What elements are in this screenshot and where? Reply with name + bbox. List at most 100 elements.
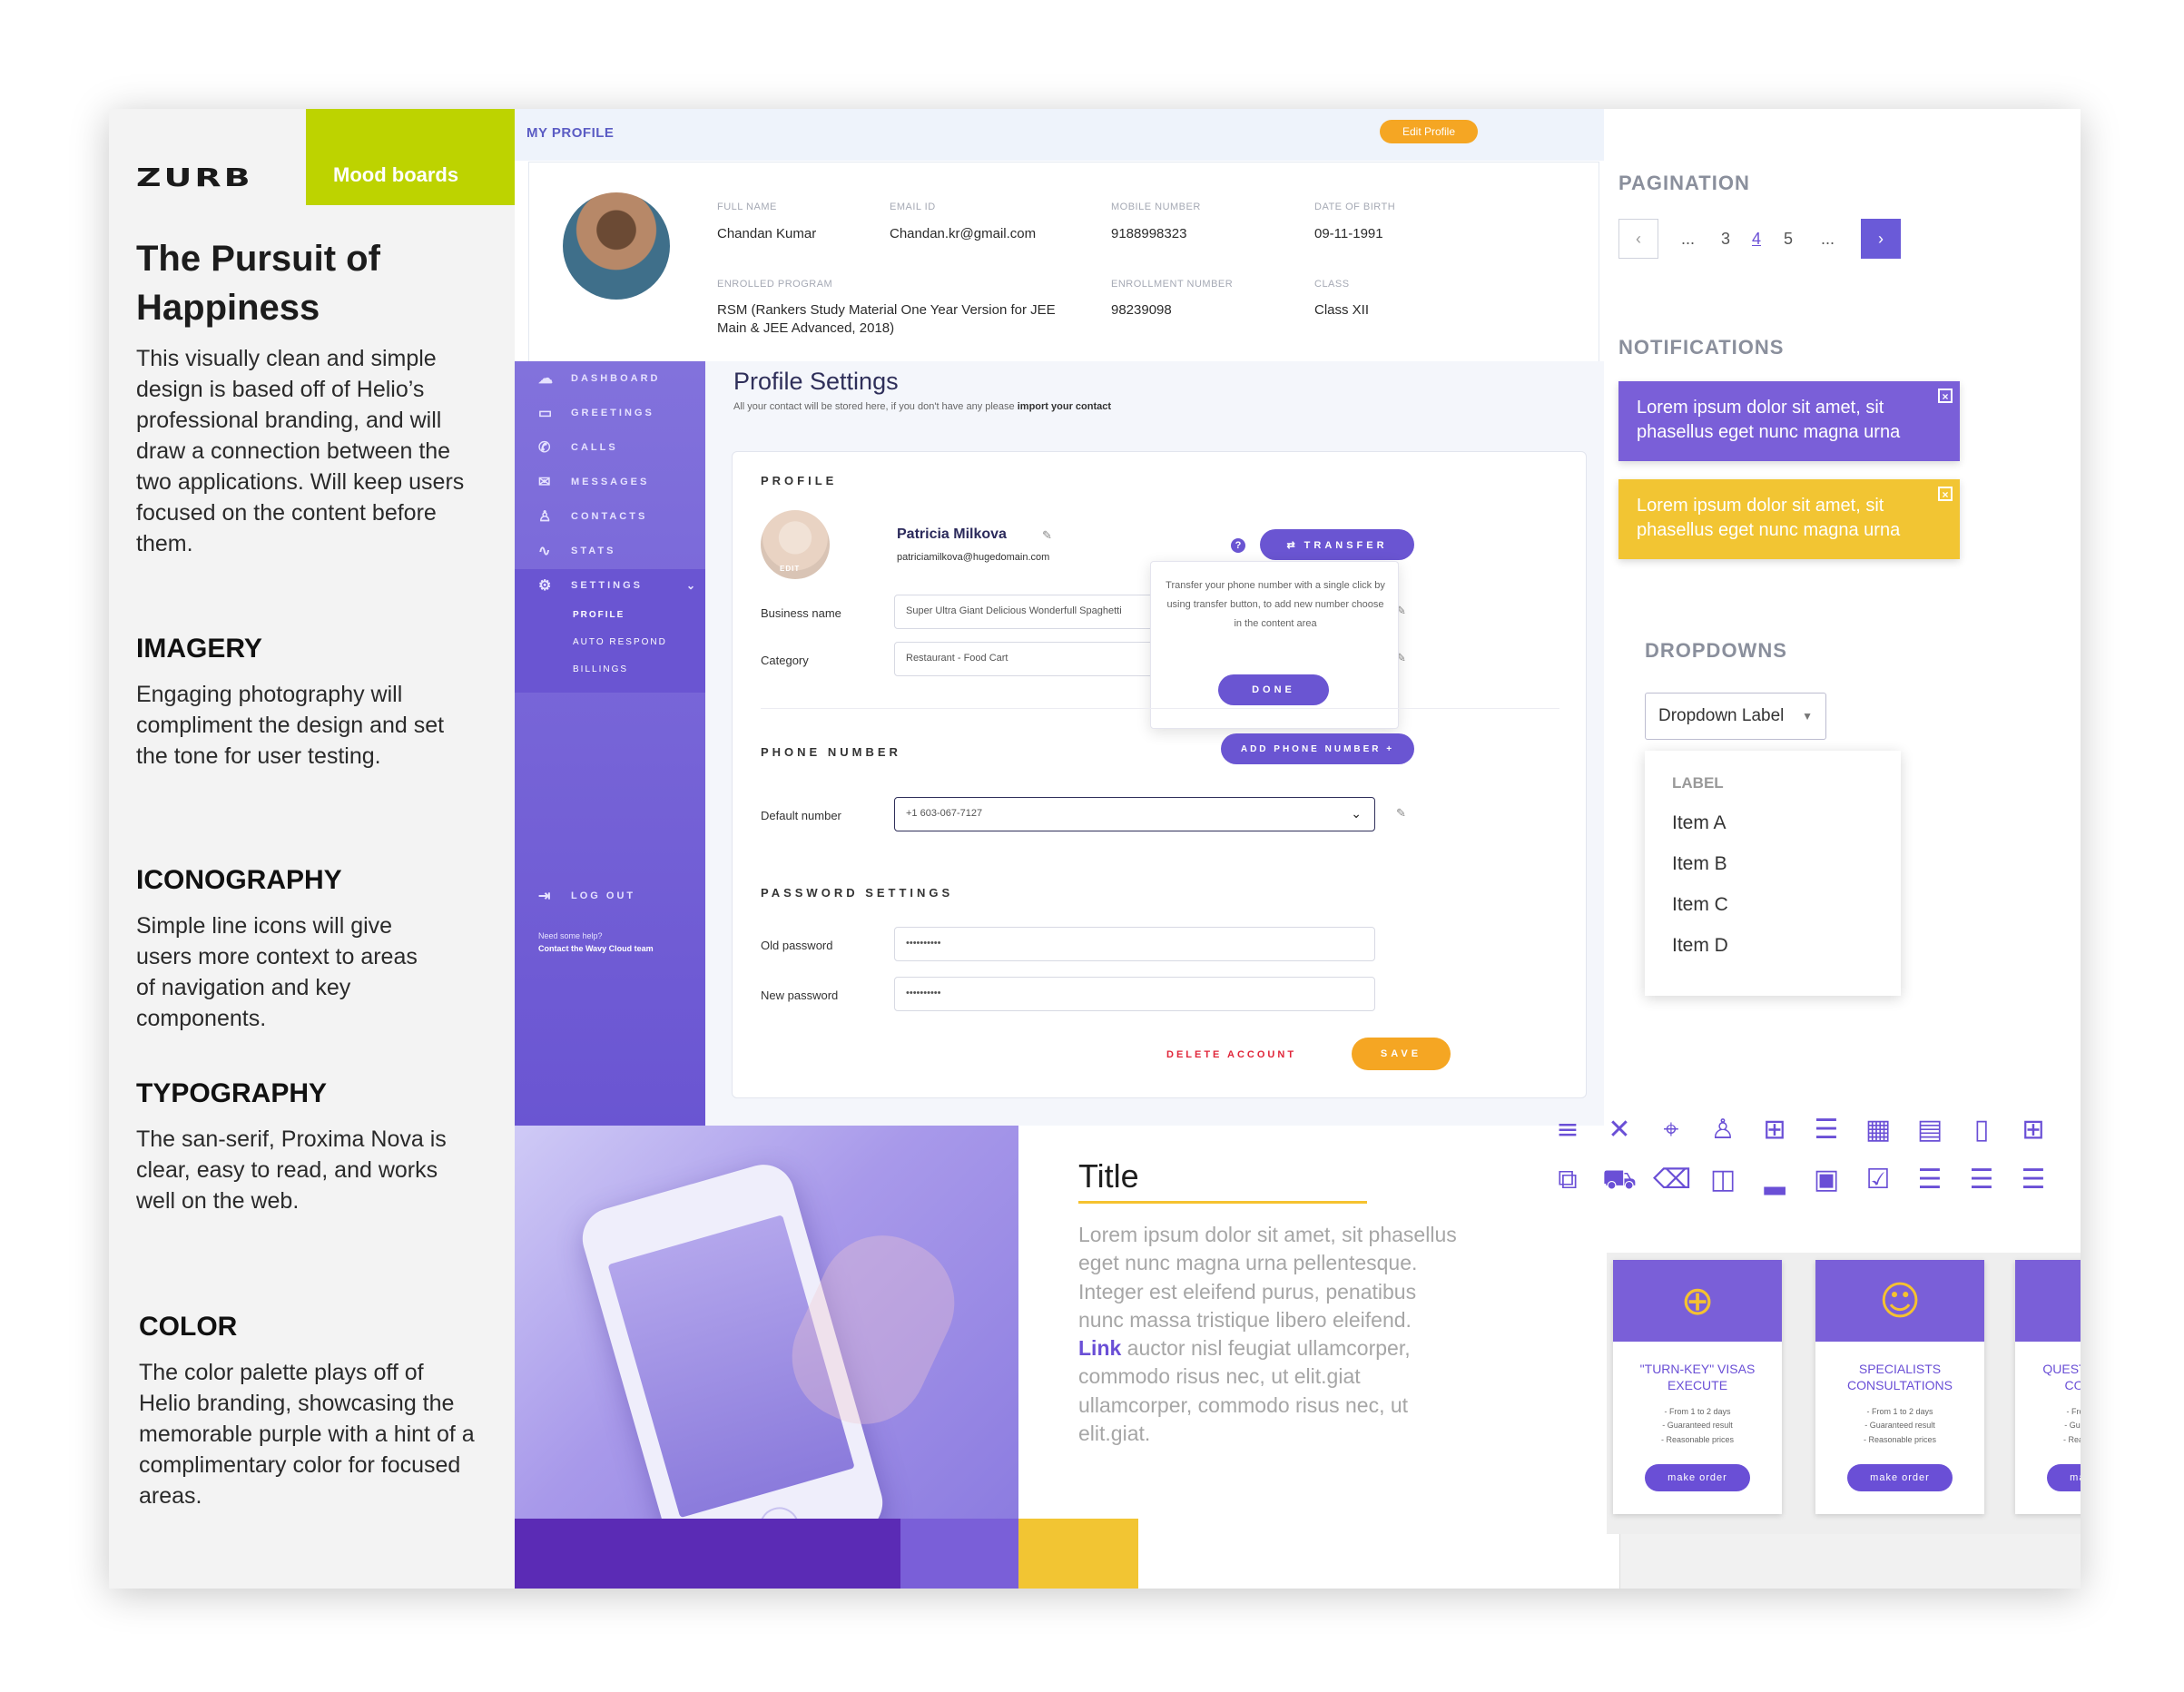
avatar-edit-badge: EDIT [780,565,801,573]
service-title: QUESTIONNAIRES COMPLETE [2042,1362,2081,1392]
typography-heading: TYPOGRAPHY [136,1078,328,1108]
next-page-button[interactable]: › [1861,219,1901,259]
sidebar-item-label: DASHBOARD [571,373,661,384]
iconography-heading: ICONOGRAPHY [136,865,342,895]
sidebar-item-calls[interactable]: ✆ CALLS [515,430,705,465]
sample-link[interactable]: Link [1078,1336,1121,1360]
spreadsheet-icon: ▦ [1864,1114,1892,1146]
sidebar-item-contacts[interactable]: ♙ CONTACTS [515,499,705,534]
program-value: RSM (Rankers Study Material One Year Ver… [717,302,1056,336]
help-icon[interactable]: ? [1231,538,1245,553]
transfer-button[interactable]: ⇄ TRANSFER [1260,529,1414,560]
mobile-value: 9188998323 [1111,226,1187,241]
sidebar-subitem-profile[interactable]: PROFILE [573,610,625,620]
chevron-right-icon: › [1878,229,1884,248]
trash-icon: ⌫ [1653,1164,1692,1195]
my-profile-title: MY PROFILE [526,125,615,141]
pagination-ellipsis: ... [1821,230,1835,248]
logout-label: LOG OUT [571,890,636,901]
service-title: SPECIALISTS CONSULTATIONS [1847,1362,1953,1392]
service-card: ☺ SPECIALISTS CONSULTATIONS - From 1 to … [1815,1260,1984,1514]
done-button[interactable]: DONE [1218,674,1329,705]
copy-icon: ⧉ [1558,1164,1578,1195]
make-order-button[interactable]: make order [1645,1464,1750,1491]
phone-icon: ✆ [538,440,551,456]
prev-page-button[interactable]: ‹ [1618,219,1658,259]
edit-pencil-icon[interactable]: ✎ [1396,806,1406,821]
sidebar-item-stats[interactable]: ∿ STATS [515,534,705,568]
settings-subtitle: All your contact will be stored here, if… [733,401,1111,412]
color-text: The color palette plays off of Helio bra… [139,1360,475,1509]
page-link-current[interactable]: 4 [1752,230,1761,249]
dropdown-item[interactable]: Item A [1672,812,1727,834]
bullet: - From 1 to 2 days [2066,1407,2081,1416]
dropdowns-heading: DROPDOWNS [1645,639,1787,662]
mobile-label: MOBILE NUMBER [1111,202,1201,212]
medical-bag-icon: ⊞ [1763,1114,1786,1146]
dropdown-item[interactable]: Item C [1672,894,1728,916]
page-link-3[interactable]: 3 [1721,230,1730,249]
color-heading: COLOR [139,1312,238,1342]
old-password-input[interactable]: •••••••••• [894,927,1375,961]
add-phone-button[interactable]: ADD PHONE NUMBER + [1221,733,1414,764]
profile-section-title: PROFILE [761,474,838,487]
bullet: - Guaranteed result [2064,1421,2081,1431]
default-number-select[interactable]: +1 603-067-7127 ⌄ [894,797,1375,831]
location-pin-icon: ⌖ [1663,1114,1679,1146]
service-title: "TURN-KEY" VISAS EXECUTE [1639,1362,1756,1392]
service-card: ⊕ "TURN-KEY" VISAS EXECUTE - From 1 to 2… [1613,1260,1782,1514]
notification-text: Lorem ipsum dolor sit amet, sit phasellu… [1637,496,1901,541]
dropdown-button[interactable]: Dropdown Label ▼ [1645,693,1826,740]
notifications-heading: NOTIFICATIONS [1618,336,1785,359]
questionnaire-icon: ✎ [2015,1260,2081,1342]
new-password-input[interactable]: •••••••••• [894,977,1375,1011]
page-icon: ▯ [1973,1114,1990,1146]
sidebar-item-messages[interactable]: ✉ MESSAGES [515,465,705,499]
dropdown-item[interactable]: Item D [1672,935,1728,957]
bullet: - Reasonable prices [2062,1434,2081,1444]
dropdown-item[interactable]: Item B [1672,853,1727,875]
tooltip-text: Transfer your phone number with a single… [1166,580,1385,629]
bullet: - Reasonable prices [1863,1434,1937,1444]
calendar-check-icon: ☑ [1865,1164,1891,1195]
close-icon[interactable]: × [1938,487,1953,501]
paragraph-text: Lorem ipsum dolor sit amet, sit phasellu… [1078,1223,1457,1332]
service-bullets: - From 1 to 2 days - Guaranteed result - R… [1613,1405,1782,1447]
paragraph-text: auctor nisl feugiat ullamcorper, commodo… [1078,1336,1411,1445]
save-button[interactable]: SAVE [1352,1038,1451,1070]
enrollment-label: ENROLLMENT NUMBER [1111,279,1234,290]
make-order-button[interactable]: make order [1847,1464,1953,1491]
email-value: Chandan.kr@gmail.com [890,226,1037,241]
service-bullets: - From 1 to 2 days - Guaranteed result - R… [2015,1405,2081,1447]
sidebar-item-greetings[interactable]: ▭ GREETINGS [515,396,705,430]
sample-paragraph: Lorem ipsum dolor sit amet, sit phasellu… [1078,1221,1460,1448]
sidebar-item-settings[interactable]: ⚙ SETTINGS ⌄ [515,568,705,603]
close-icon[interactable]: × [1938,389,1953,403]
edit-profile-button[interactable]: Edit Profile [1380,120,1478,143]
page-title: Profile Settings [733,368,899,395]
logout-button[interactable]: ⇥ LOG OUT [515,879,705,913]
settings-sidebar: ☁ DASHBOARD ▭ GREETINGS ✆ CALLS ✉ MESSAGES ♙… [515,361,705,1126]
help-link[interactable]: Contact the Wavy Cloud team [538,944,654,953]
make-order-button[interactable]: make order [2047,1464,2081,1491]
sidebar-subitem-billings[interactable]: BILLINGS [573,664,628,674]
bullet: - Guaranteed result [1864,1421,1935,1431]
delete-account-button[interactable]: DELETE ACCOUNT [1166,1049,1296,1060]
full-name-value: Chandan Kumar [717,226,817,241]
default-number-label: Default number [761,809,841,822]
page-link-5[interactable]: 5 [1784,230,1793,249]
sidebar-item-label: STATS [571,546,616,556]
chevron-down-icon: ⌄ [1351,806,1362,821]
sample-title: Title [1078,1157,1139,1195]
import-contact-link[interactable]: import your contact [1018,401,1111,412]
sidebar-item-dashboard[interactable]: ☁ DASHBOARD [515,361,705,396]
shopping-bag-icon: ♙ [1710,1114,1736,1146]
zurb-logo: ZURB [136,163,253,192]
bar-chart-icon: ▂ [1764,1164,1786,1195]
bullet: - Guaranteed result [1662,1421,1733,1431]
sidebar-subitem-auto-respond[interactable]: AUTO RESPOND [573,637,667,647]
password-section-title: PASSWORD SETTINGS [761,886,954,900]
edit-pencil-icon[interactable]: ✎ [1042,528,1052,543]
old-password-label: Old password [761,939,833,952]
chevron-down-icon: ⌄ [686,579,696,592]
